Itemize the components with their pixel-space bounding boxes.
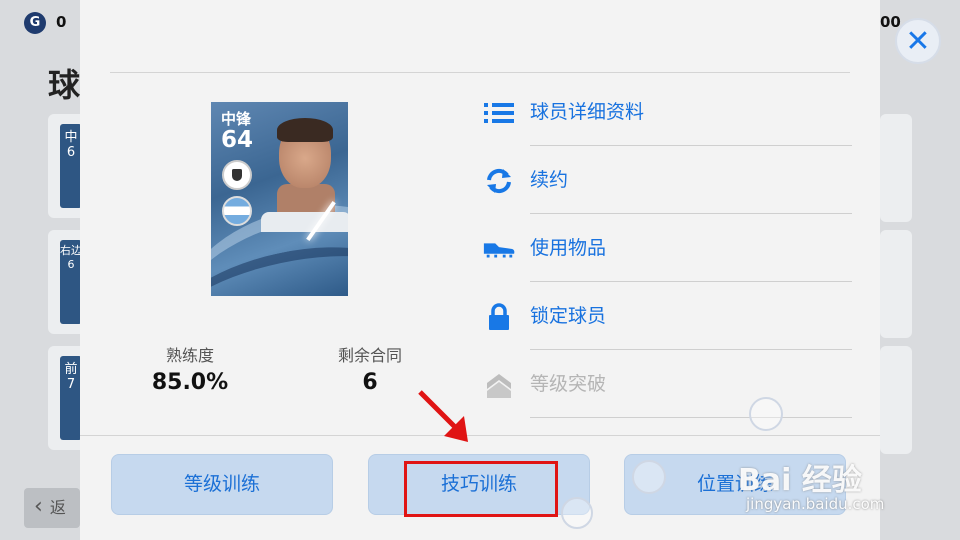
coin-icon: G [24,12,46,34]
card-rating: 6 [67,258,75,271]
player-position: 中锋 [221,110,252,128]
close-icon: ✕ [905,24,931,59]
lock-icon [482,283,516,350]
touch-indicator [561,497,593,529]
club-badge-icon [222,160,252,190]
background-card-right[interactable] [880,114,912,222]
menu-player-details[interactable]: 球员详细资料 [480,79,852,146]
divider [110,72,850,73]
annotation-highlight-box [404,461,558,517]
player-card: 中锋 64 [211,102,348,296]
list-icon [482,79,516,146]
stat-value: 6 [362,370,378,395]
baidu-watermark: Bai 经验 jingyan.baidu.com [738,455,938,525]
argentina-flag-icon [222,196,252,226]
card-position: 右边 [60,244,82,257]
menu-label: 续约 [530,169,569,191]
chevron-left-icon: ‹ [34,494,43,519]
back-label: 返 [49,498,66,517]
touch-indicator [632,460,666,494]
menu-use-items[interactable]: 使用物品 [480,215,852,282]
card-position: 前 [64,362,78,377]
annotation-arrow-icon [418,390,468,442]
background-card-right[interactable] [880,346,912,454]
proficiency-stat: 熟练度 85.0% [150,342,230,395]
boot-icon [482,215,516,282]
menu-renew-contract[interactable]: 续约 [480,147,852,214]
card-position: 中 [64,130,78,145]
stat-value: 85.0% [151,370,229,395]
divider [80,435,880,436]
stat-label: 剩余合同 [337,346,402,365]
modal-title [110,22,390,66]
menu-label: 球员详细资料 [530,101,645,123]
stat-label: 熟练度 [165,346,214,365]
card-rating: 6 [66,145,76,160]
touch-indicator [749,397,783,431]
watermark-brand: Bai 经验 [738,463,862,498]
background-title: 球 [48,66,81,104]
refresh-icon [482,147,516,214]
watermark-url: jingyan.baidu.com [746,495,885,513]
rank-up-icon [482,351,516,418]
background-card-right[interactable] [880,230,912,338]
card-rating: 7 [66,377,76,392]
menu-label: 等级突破 [530,373,607,395]
player-rating: 64 [221,127,254,153]
menu-label: 使用物品 [530,237,607,259]
back-button[interactable]: ‹ 返 [24,488,80,528]
menu-lock-player[interactable]: 锁定球员 [480,283,852,350]
coin-count: 0 [56,13,67,31]
level-training-button[interactable]: 等级训练 [111,454,333,515]
menu-label: 锁定球员 [530,305,607,327]
close-button[interactable]: ✕ [895,18,941,64]
contract-stat: 剩余合同 6 [325,342,415,395]
menu-rank-breakthrough[interactable]: 等级突破 [480,351,852,418]
